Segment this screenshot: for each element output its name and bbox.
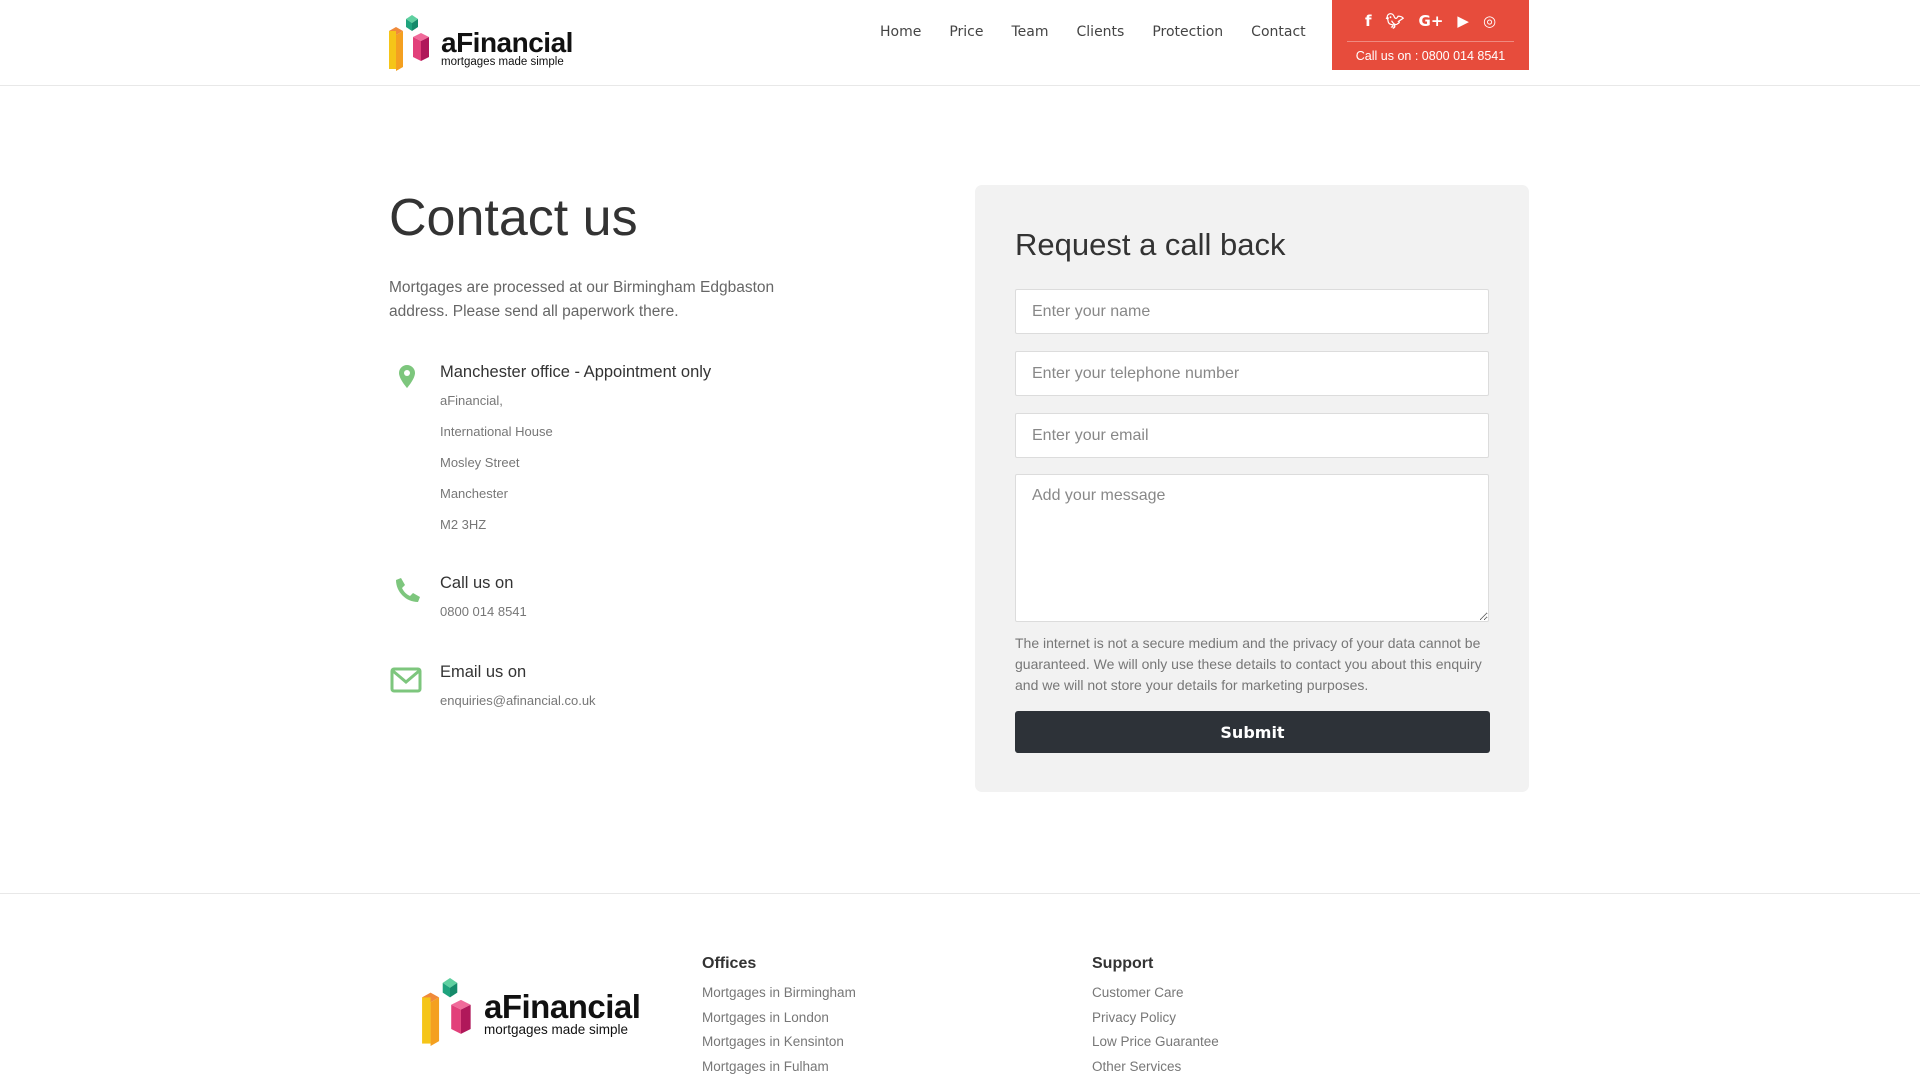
email-title: Email us on (440, 663, 526, 682)
logo-cubes-icon (422, 978, 478, 1046)
brand-tagline: mortgages made simple (441, 57, 573, 69)
callback-form: Request a call back The internet is not … (975, 185, 1529, 792)
name-input[interactable] (1015, 289, 1489, 334)
nav-team[interactable]: Team (1012, 24, 1049, 40)
privacy-notice: The internet is not a secure medium and … (1015, 633, 1493, 696)
support-link[interactable]: Customer Care (1092, 985, 1219, 1010)
brand-name: aFinancial (484, 990, 640, 1023)
logo[interactable]: aFinancial mortgages made simple (389, 15, 573, 71)
map-pin-icon (389, 363, 425, 395)
main-nav: Home Price Team Clients Protection Conta… (880, 24, 1334, 40)
office-link[interactable]: Mortgages in Birmingham (702, 985, 856, 1010)
envelope-icon (389, 663, 425, 695)
topbar-contact-box: f 🐦︎ G+ ▶ ◎ Call us on : 0800 014 8541 (1332, 0, 1529, 70)
message-textarea[interactable] (1015, 474, 1489, 622)
address-line: aFinancial, (440, 393, 503, 408)
support-heading: Support (1092, 955, 1219, 973)
twitter-icon[interactable]: 🐦︎ (1385, 12, 1404, 41)
facebook-icon[interactable]: f (1365, 12, 1372, 41)
nav-price[interactable]: Price (949, 24, 983, 40)
instagram-icon[interactable]: ◎ (1483, 12, 1496, 41)
youtube-icon[interactable]: ▶ (1457, 12, 1469, 41)
form-title: Request a call back (1015, 227, 1286, 263)
email-address[interactable]: enquiries@afinancial.co.uk (440, 693, 596, 708)
topbar-call: Call us on : 0800 014 8541 (1332, 42, 1529, 63)
address-line: Mosley Street (440, 455, 519, 470)
address-line: M2 3HZ (440, 517, 486, 532)
logo-cubes-icon (389, 15, 435, 71)
footer-logo[interactable]: aFinancial mortgages made simple (422, 978, 640, 1046)
google-plus-icon[interactable]: G+ (1419, 12, 1444, 41)
footer-support: Support Customer Care Privacy Policy Low… (1092, 955, 1219, 1083)
page-title: Contact us (389, 188, 638, 248)
address-line: Manchester (440, 486, 508, 501)
footer-divider (0, 893, 1920, 894)
call-number[interactable]: 0800 014 8541 (440, 604, 527, 619)
address-line: International House (440, 424, 553, 439)
support-link[interactable]: Privacy Policy (1092, 1010, 1219, 1035)
intro-text: Mortgages are processed at our Birmingha… (389, 276, 829, 324)
site-header: aFinancial mortgages made simple Home Pr… (0, 0, 1920, 86)
office-title: Manchester office - Appointment only (440, 363, 711, 382)
nav-contact[interactable]: Contact (1251, 24, 1305, 40)
email-input[interactable] (1015, 413, 1489, 458)
office-link[interactable]: Mortgages in London (702, 1010, 856, 1035)
telephone-input[interactable] (1015, 351, 1489, 396)
brand-name: aFinancial (441, 29, 573, 57)
nav-clients[interactable]: Clients (1077, 24, 1125, 40)
office-link[interactable]: Mortgages in Fulham (702, 1059, 856, 1083)
support-link[interactable]: Other Services (1092, 1059, 1219, 1083)
support-link[interactable]: Low Price Guarantee (1092, 1034, 1219, 1059)
submit-button[interactable]: Submit (1015, 711, 1490, 753)
office-link[interactable]: Mortgages in Kensinton (702, 1034, 856, 1059)
nav-protection[interactable]: Protection (1152, 24, 1223, 40)
footer-offices: Offices Mortgages in Birmingham Mortgage… (702, 955, 856, 1083)
brand-tagline: mortgages made simple (484, 1023, 640, 1037)
call-title: Call us on (440, 574, 513, 593)
phone-icon (389, 574, 425, 606)
nav-home[interactable]: Home (880, 24, 921, 40)
offices-heading: Offices (702, 955, 856, 973)
